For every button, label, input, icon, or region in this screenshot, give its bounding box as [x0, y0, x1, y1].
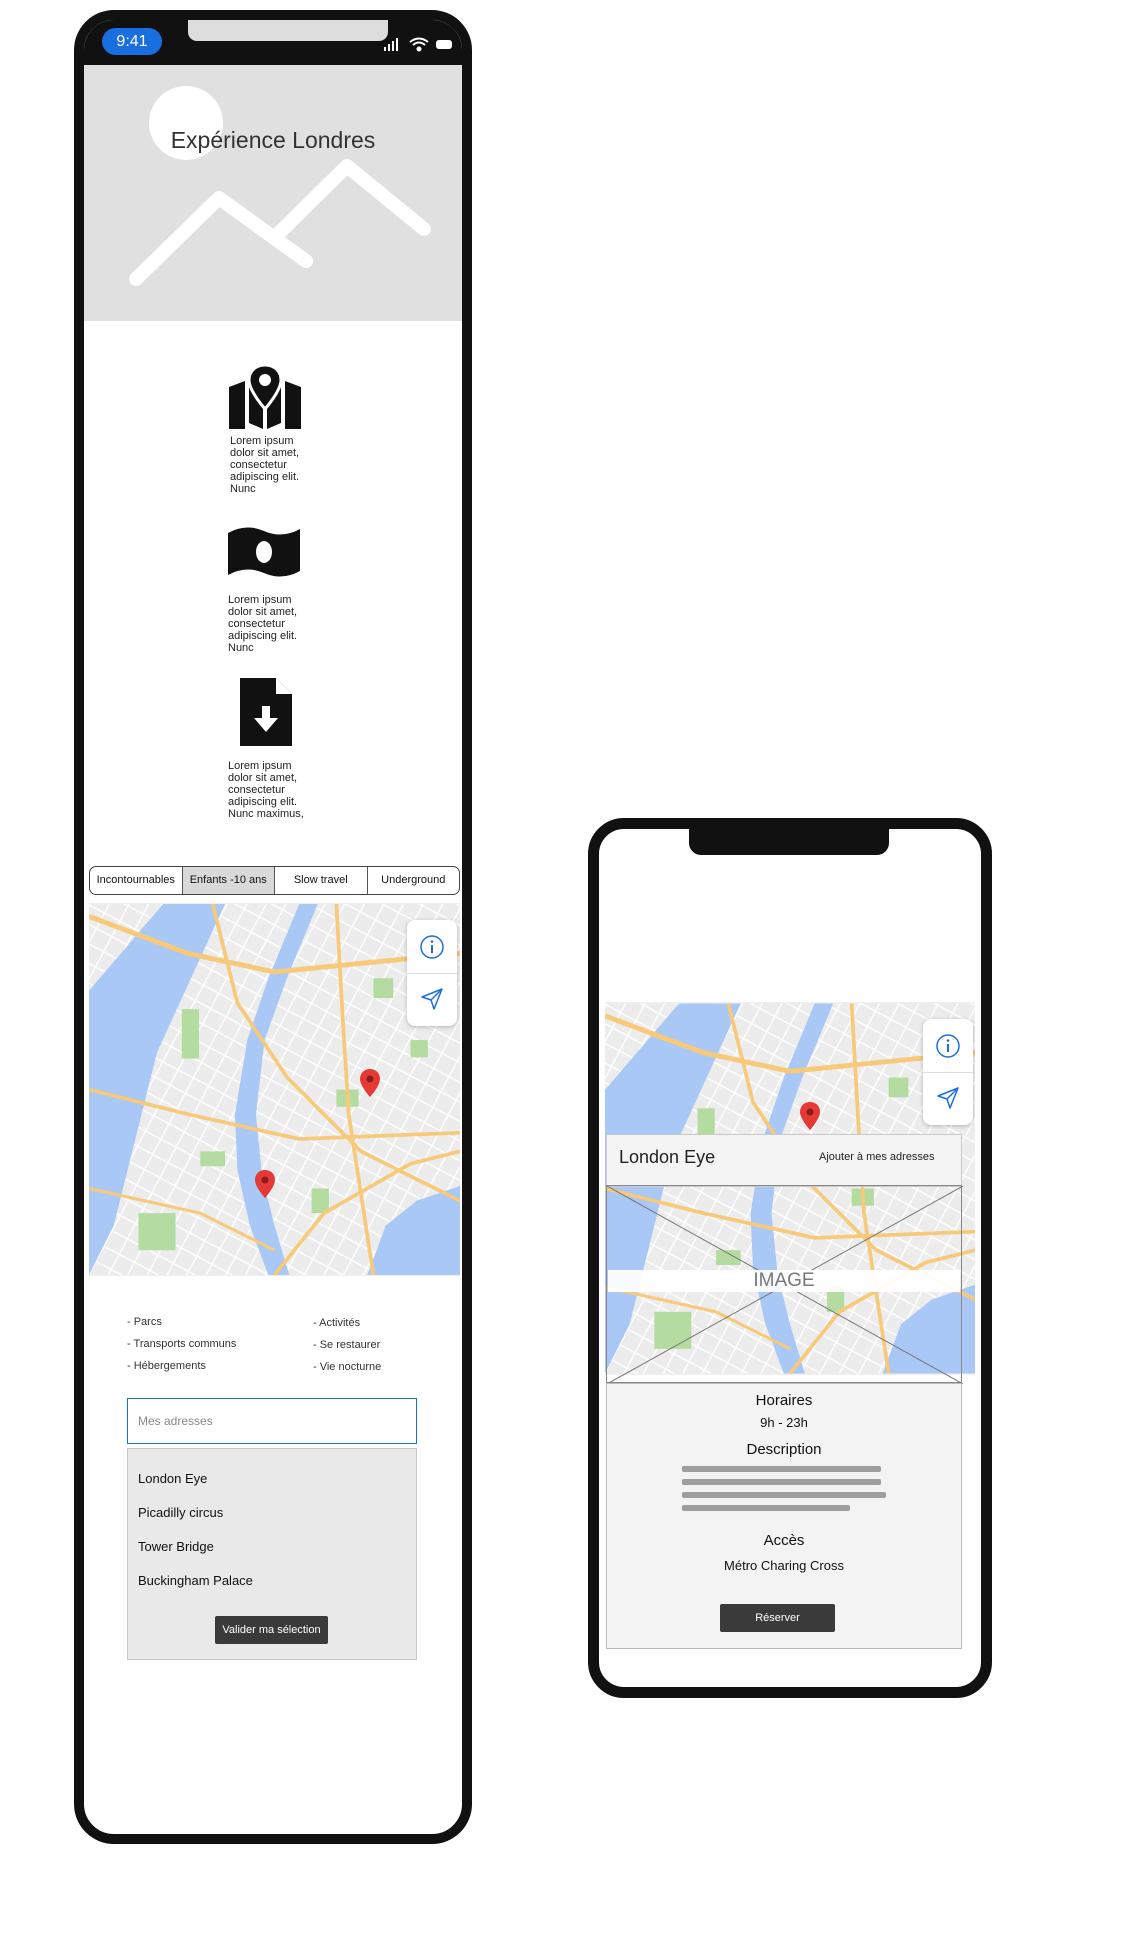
file-download-icon	[240, 678, 292, 751]
hero-image-placeholder	[84, 65, 462, 321]
map-controls	[407, 920, 457, 1026]
navigate-icon[interactable]	[420, 988, 444, 1010]
image-placeholder-icon	[129, 86, 431, 286]
address-option[interactable]: Tower Bridge	[138, 1539, 214, 1554]
text-placeholder-line	[682, 1479, 881, 1485]
place-detail-panel: Horaires 9h - 23h Description Accès Métr…	[606, 1383, 962, 1649]
phone-frame-home: 9:41 Expérience Londres Lorem ipsum dolo…	[74, 10, 472, 1844]
phone-frame-detail: London Eye Ajouter à mes adresses IMAGE …	[588, 818, 992, 1698]
map-pin-icon[interactable]	[255, 1170, 275, 1198]
info-icon[interactable]	[419, 934, 445, 960]
addresses-dropdown: London Eye Picadilly circus Tower Bridge…	[127, 1448, 417, 1660]
tab-enfants[interactable]: Enfants -10 ans	[182, 867, 275, 894]
category-item[interactable]: - Se restaurer	[313, 1339, 380, 1351]
place-card-header: London Eye Ajouter à mes adresses	[606, 1134, 962, 1187]
tab-incontournables[interactable]: Incontournables	[90, 867, 183, 894]
text-placeholder-line	[682, 1492, 886, 1498]
category-item[interactable]: - Parcs	[127, 1316, 162, 1328]
hours-title: Horaires	[755, 1392, 813, 1409]
place-image-placeholder: IMAGE	[606, 1185, 963, 1384]
category-item[interactable]: - Transports communs	[127, 1338, 236, 1350]
navigate-icon[interactable]	[936, 1087, 960, 1109]
map-pin-icon[interactable]	[360, 1069, 380, 1097]
book-button[interactable]: Réserver	[720, 1604, 835, 1632]
notch	[689, 829, 889, 855]
access-value: Métro Charing Cross	[724, 1558, 844, 1573]
tab-slow-travel[interactable]: Slow travel	[275, 867, 368, 894]
notch	[188, 20, 388, 41]
map-controls	[923, 1019, 973, 1125]
category-item[interactable]: - Activités	[313, 1317, 360, 1329]
feature-text: Lorem ipsum dolor sit amet, consectetur …	[228, 760, 304, 820]
page-title: Expérience Londres	[170, 127, 376, 153]
city-map[interactable]	[89, 903, 460, 1276]
validate-selection-button[interactable]: Valider ma sélection	[215, 1616, 328, 1644]
feature-text: Lorem ipsum dolor sit amet, consectetur …	[230, 435, 300, 495]
access-title: Accès	[763, 1532, 805, 1549]
map-pin-icon[interactable]	[800, 1102, 820, 1130]
feature-text: Lorem ipsum dolor sit amet, consectetur …	[228, 594, 298, 654]
money-bill-icon	[226, 525, 302, 584]
category-item[interactable]: - Hébergements	[127, 1360, 206, 1372]
text-placeholder-line	[682, 1466, 881, 1472]
tab-underground[interactable]: Underground	[368, 867, 460, 894]
description-title: Description	[746, 1441, 822, 1458]
status-icons	[384, 35, 454, 53]
wifi-icon	[409, 37, 429, 52]
status-time: 9:41	[102, 28, 162, 55]
place-name: London Eye	[619, 1147, 716, 1167]
image-label: IMAGE	[608, 1270, 960, 1292]
info-icon[interactable]	[935, 1033, 961, 1059]
address-option[interactable]: Picadilly circus	[138, 1505, 223, 1520]
address-option[interactable]: London Eye	[138, 1471, 207, 1486]
text-placeholder-line	[682, 1505, 850, 1511]
battery-icon	[436, 40, 452, 49]
hours-value: 9h - 23h	[760, 1415, 808, 1430]
category-item[interactable]: - Vie nocturne	[313, 1361, 381, 1373]
category-tabs: Incontournables Enfants -10 ans Slow tra…	[89, 866, 460, 895]
address-option[interactable]: Buckingham Palace	[138, 1573, 253, 1588]
map-tiles	[89, 903, 460, 1276]
map-pin-icon	[229, 363, 301, 434]
signal-icon	[384, 38, 398, 51]
addresses-input[interactable]: Mes adresses	[127, 1398, 417, 1444]
add-to-addresses-link[interactable]: Ajouter à mes adresses	[819, 1151, 935, 1163]
